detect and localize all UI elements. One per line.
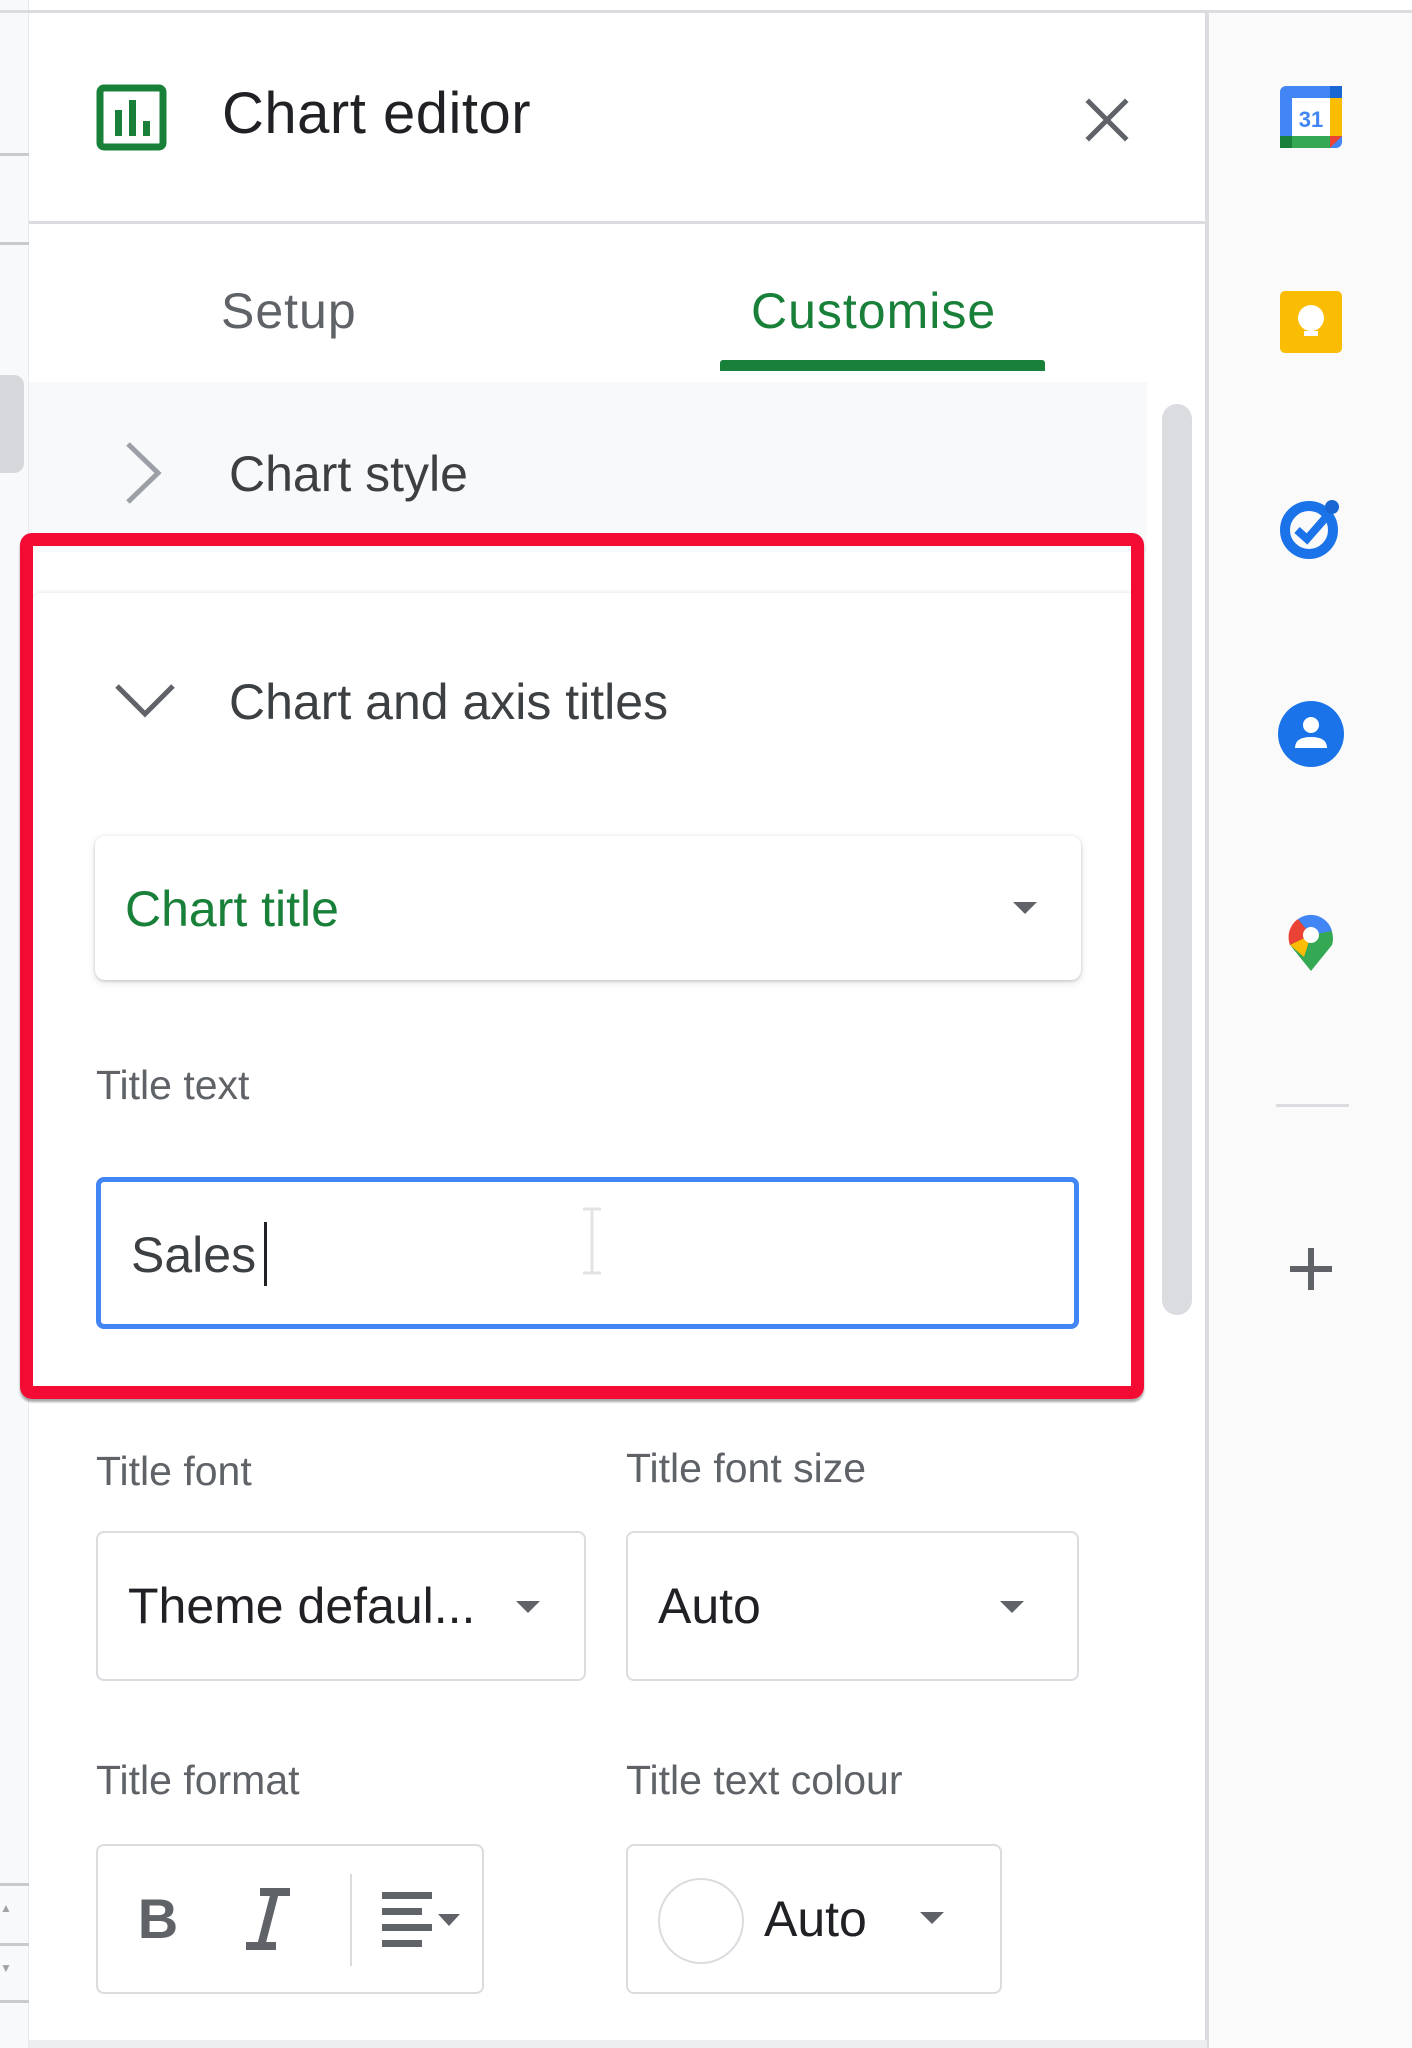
italic-icon[interactable] <box>238 1886 298 1952</box>
scroll-down-arrow-icon[interactable]: ▼ <box>0 1962 14 1974</box>
title-text-colour-label: Title text colour <box>626 1757 903 1803</box>
title-font-label: Title font <box>96 1448 252 1494</box>
sheet-scrollbar-thumb[interactable] <box>0 375 24 473</box>
close-icon[interactable] <box>1080 93 1134 147</box>
row-divider <box>0 1883 29 1886</box>
title-font-size-dropdown[interactable]: Auto <box>626 1531 1079 1681</box>
keep-icon[interactable] <box>1276 287 1346 357</box>
calendar-icon[interactable]: 31 <box>1276 82 1346 152</box>
bold-button[interactable]: B <box>128 1886 188 1952</box>
title-target-dropdown[interactable]: Chart title <box>95 836 1081 980</box>
section-label[interactable]: Chart and axis titles <box>229 673 668 731</box>
active-tab-indicator <box>720 360 1045 371</box>
dropdown-value: Auto <box>658 1578 761 1634</box>
scroll-up-arrow-icon[interactable]: ▲ <box>0 1902 14 1914</box>
row-divider <box>0 153 29 156</box>
title-text-input[interactable]: Sales <box>96 1177 1079 1329</box>
panel-title: Chart editor <box>222 81 532 146</box>
toolbar-separator <box>350 1874 352 1966</box>
title-font-dropdown[interactable]: Theme defaul... <box>96 1531 586 1681</box>
dropdown-arrow-icon <box>516 1601 540 1613</box>
calendar-day: 31 <box>1299 107 1323 132</box>
contacts-icon[interactable] <box>1276 699 1346 769</box>
tab-customise[interactable]: Customise <box>751 282 996 340</box>
text-caret <box>264 1222 267 1286</box>
title-text-colour-dropdown[interactable]: Auto <box>626 1844 1002 1994</box>
title-font-size-label: Title font size <box>626 1445 867 1491</box>
bar-chart-icon <box>96 84 167 151</box>
row-divider <box>0 1943 29 1946</box>
header-divider <box>29 221 1207 224</box>
colour-swatch <box>658 1878 744 1964</box>
section-chart-style[interactable] <box>29 382 1147 532</box>
dropdown-arrow-icon <box>1013 902 1037 914</box>
chevron-right-icon <box>126 442 162 504</box>
row-divider <box>0 2000 29 2003</box>
sheet-edge <box>0 0 29 2048</box>
dropdown-value: Chart title <box>125 881 339 937</box>
title-text-label: Title text <box>96 1062 250 1108</box>
title-format-toolbar: B <box>96 1844 484 1994</box>
title-format-label: Title format <box>96 1757 300 1803</box>
section-label: Chart style <box>229 446 468 502</box>
side-panel-divider <box>1276 1104 1349 1107</box>
tasks-icon[interactable] <box>1276 493 1346 563</box>
ibeam-cursor-icon <box>583 1207 601 1275</box>
chevron-down-icon[interactable] <box>113 680 177 720</box>
panel-scrollbar-thumb[interactable] <box>1162 404 1192 1315</box>
tab-setup[interactable]: Setup <box>221 282 357 340</box>
align-left-icon[interactable] <box>380 1890 470 1952</box>
maps-icon[interactable] <box>1276 905 1346 975</box>
horizontal-scroll-track <box>29 2040 1207 2048</box>
input-value: Sales <box>131 1227 257 1283</box>
dropdown-arrow-icon <box>920 1912 944 1924</box>
dropdown-value: Theme defaul... <box>128 1578 476 1634</box>
plus-icon[interactable] <box>1286 1244 1336 1294</box>
dropdown-arrow-icon <box>1000 1601 1024 1613</box>
dropdown-value: Auto <box>764 1891 867 1947</box>
row-divider <box>0 242 29 245</box>
